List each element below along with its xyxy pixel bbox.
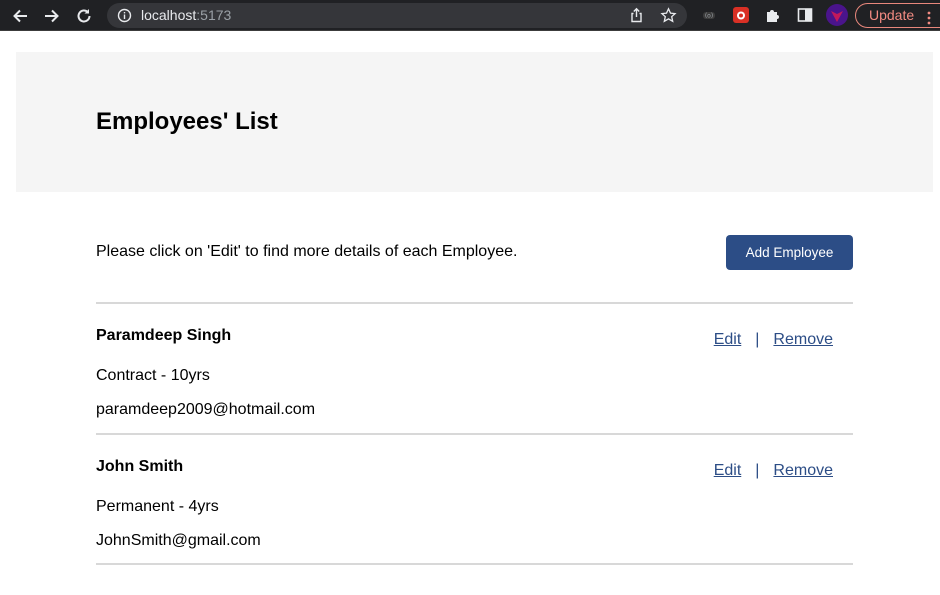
separator: | bbox=[755, 462, 760, 479]
employee-email: JohnSmith@gmail.com bbox=[96, 532, 261, 549]
remove-link[interactable]: Remove bbox=[773, 462, 833, 479]
puzzle-icon[interactable] bbox=[764, 6, 782, 24]
page-title: Employees' List bbox=[96, 108, 278, 135]
separator: | bbox=[755, 331, 760, 348]
edit-link[interactable]: Edit bbox=[714, 331, 742, 348]
back-arrow-icon[interactable] bbox=[9, 5, 31, 27]
employee-list: Paramdeep Singh Contract - 10yrs paramde… bbox=[96, 302, 853, 565]
employee-name: John Smith bbox=[96, 458, 184, 475]
kebab-menu-icon[interactable] bbox=[926, 9, 932, 32]
add-employee-button[interactable]: Add Employee bbox=[726, 235, 853, 270]
svg-text:(o): (o) bbox=[705, 13, 713, 20]
url-port: :5173 bbox=[196, 7, 232, 23]
forward-arrow-icon[interactable] bbox=[41, 5, 63, 27]
row-actions: Edit | Remove bbox=[714, 330, 833, 349]
share-icon[interactable] bbox=[628, 7, 645, 24]
profile-avatar[interactable] bbox=[826, 4, 848, 26]
employee-email: paramdeep2009@hotmail.com bbox=[96, 401, 316, 418]
page-header: Employees' List bbox=[16, 52, 933, 192]
edit-link[interactable]: Edit bbox=[714, 462, 742, 479]
row-actions: Edit | Remove bbox=[714, 461, 833, 480]
sidebar-icon[interactable] bbox=[796, 6, 814, 24]
employee-type: Contract - 10yrs bbox=[96, 367, 210, 384]
url-host: localhost bbox=[141, 7, 197, 23]
intro-text: Please click on 'Edit' to find more deta… bbox=[96, 243, 518, 260]
extension-radio-icon[interactable]: (o) bbox=[700, 6, 718, 24]
remove-link[interactable]: Remove bbox=[773, 331, 833, 348]
address-bar[interactable]: localhost:5173 bbox=[107, 3, 687, 28]
update-button[interactable]: Update bbox=[855, 3, 940, 28]
extension-red-icon[interactable] bbox=[732, 6, 750, 24]
employee-row: Paramdeep Singh Contract - 10yrs paramde… bbox=[96, 304, 853, 435]
employee-name: Paramdeep Singh bbox=[96, 327, 232, 344]
browser-toolbar: localhost:5173 (o) Update bbox=[0, 0, 940, 31]
url-text: localhost:5173 bbox=[141, 7, 231, 24]
employee-type: Permanent - 4yrs bbox=[96, 498, 219, 515]
update-label: Update bbox=[869, 7, 915, 23]
reload-icon[interactable] bbox=[73, 5, 95, 27]
employee-row: John Smith Permanent - 4yrs JohnSmith@gm… bbox=[96, 435, 853, 565]
info-icon[interactable] bbox=[117, 8, 132, 23]
star-icon[interactable] bbox=[660, 7, 677, 24]
